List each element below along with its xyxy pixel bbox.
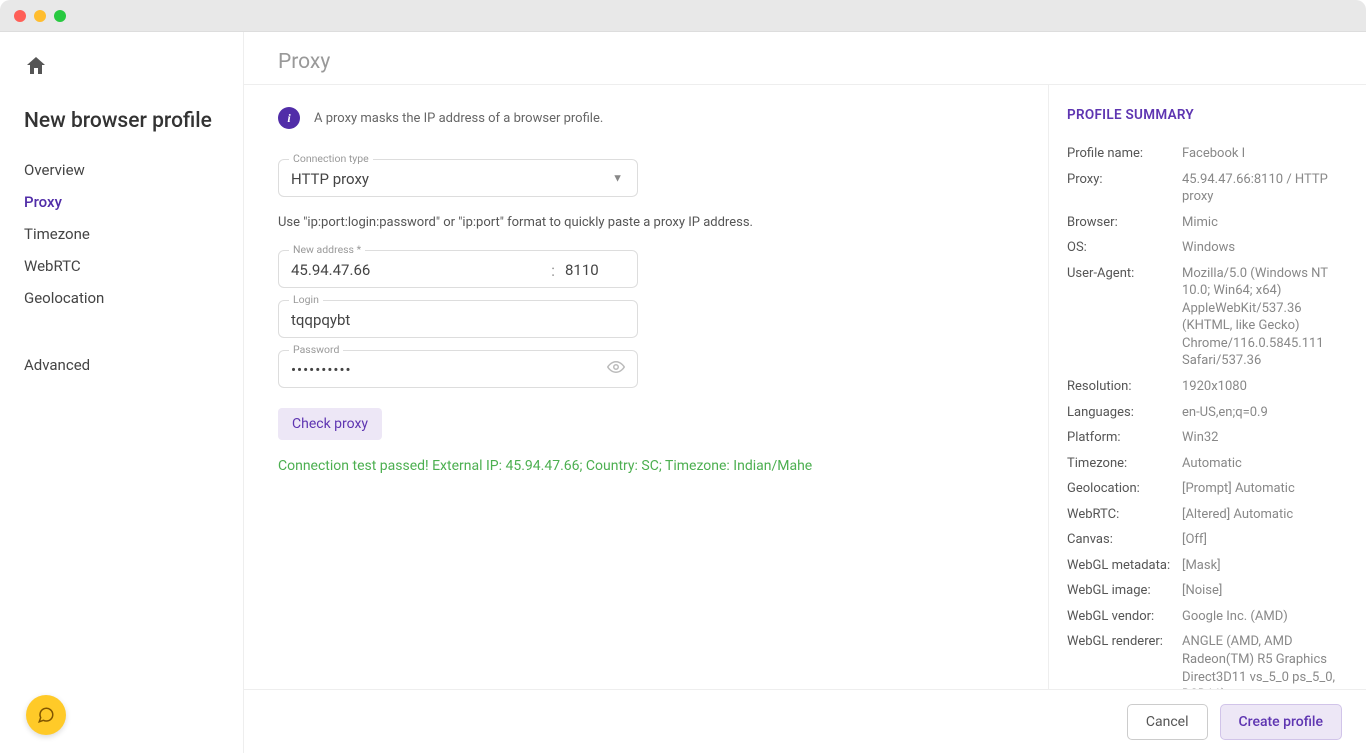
- ip-input[interactable]: [291, 259, 541, 281]
- address-label: New address *: [289, 243, 365, 256]
- sidebar-title: New browser profile: [24, 109, 219, 133]
- window-titlebar: [0, 0, 1366, 32]
- summary-row: WebGL renderer:ANGLE (AMD, AMD Radeon(TM…: [1067, 633, 1348, 689]
- login-input[interactable]: [291, 309, 625, 331]
- summary-value: 1920x1080: [1182, 378, 1247, 396]
- password-input[interactable]: [291, 359, 625, 381]
- summary-row: WebRTC:[Altered] Automatic: [1067, 506, 1348, 524]
- eye-icon[interactable]: [607, 358, 625, 380]
- login-label: Login: [289, 293, 323, 306]
- help-fab[interactable]: [26, 695, 66, 735]
- summary-value: Mimic: [1182, 214, 1218, 232]
- create-profile-button[interactable]: Create profile: [1220, 704, 1342, 740]
- summary-label: Proxy:: [1067, 171, 1182, 206]
- summary-label: Canvas:: [1067, 531, 1182, 549]
- summary-label: Resolution:: [1067, 378, 1182, 396]
- nav-item-proxy[interactable]: Proxy: [24, 193, 219, 211]
- info-row: i A proxy masks the IP address of a brow…: [278, 107, 1014, 129]
- nav-item-geolocation[interactable]: Geolocation: [24, 289, 219, 307]
- summary-value: Win32: [1182, 429, 1219, 447]
- check-proxy-button[interactable]: Check proxy: [278, 408, 382, 440]
- summary-value: Mozilla/5.0 (Windows NT 10.0; Win64; x64…: [1182, 265, 1348, 370]
- nav-item-overview[interactable]: Overview: [24, 161, 219, 179]
- summary-value: [Altered] Automatic: [1182, 506, 1293, 524]
- summary-label: WebGL image:: [1067, 582, 1182, 600]
- summary-label: WebRTC:: [1067, 506, 1182, 524]
- nav-item-webrtc[interactable]: WebRTC: [24, 257, 219, 275]
- summary-label: Geolocation:: [1067, 480, 1182, 498]
- proxy-status-text: Connection test passed! External IP: 45.…: [278, 458, 1014, 474]
- cancel-button[interactable]: Cancel: [1127, 704, 1208, 740]
- summary-row: Languages:en-US,en;q=0.9: [1067, 404, 1348, 422]
- summary-row: WebGL metadata:[Mask]: [1067, 557, 1348, 575]
- summary-label: OS:: [1067, 239, 1182, 257]
- summary-label: Browser:: [1067, 214, 1182, 232]
- chevron-down-icon: ▼: [612, 172, 623, 185]
- summary-row: Resolution:1920x1080: [1067, 378, 1348, 396]
- summary-label: WebGL metadata:: [1067, 557, 1182, 575]
- nav-item-advanced[interactable]: Advanced: [24, 356, 219, 374]
- summary-value: [Noise]: [1182, 582, 1222, 600]
- summary-value: [Off]: [1182, 531, 1207, 549]
- ip-port-separator: :: [551, 261, 555, 280]
- summary-value: Google Inc. (AMD): [1182, 608, 1288, 626]
- summary-row: Platform:Win32: [1067, 429, 1348, 447]
- connection-type-select[interactable]: Connection type HTTP proxy ▼: [278, 159, 638, 197]
- footer-bar: Cancel Create profile: [244, 689, 1366, 753]
- summary-row: WebGL vendor:Google Inc. (AMD): [1067, 608, 1348, 626]
- connection-type-label: Connection type: [289, 152, 373, 165]
- summary-row: Profile name:Facebook I: [1067, 145, 1348, 163]
- summary-label: WebGL vendor:: [1067, 608, 1182, 626]
- summary-value: Automatic: [1182, 455, 1242, 473]
- connection-type-value: HTTP proxy: [291, 168, 625, 190]
- info-icon: i: [278, 107, 300, 129]
- summary-row: Browser:Mimic: [1067, 214, 1348, 232]
- window-minimize-dot[interactable]: [34, 10, 46, 22]
- sidebar: New browser profile Overview Proxy Timez…: [0, 32, 244, 753]
- form-area: i A proxy masks the IP address of a brow…: [244, 85, 1048, 689]
- login-field: Login: [278, 300, 638, 338]
- page-title: Proxy: [244, 32, 1366, 85]
- summary-value: [Prompt] Automatic: [1182, 480, 1295, 498]
- info-text: A proxy masks the IP address of a browse…: [314, 111, 603, 126]
- summary-row: OS:Windows: [1067, 239, 1348, 257]
- summary-value: 45.94.47.66:8110 / HTTP proxy: [1182, 171, 1348, 206]
- summary-row: Proxy:45.94.47.66:8110 / HTTP proxy: [1067, 171, 1348, 206]
- password-label: Password: [289, 343, 343, 356]
- summary-label: Languages:: [1067, 404, 1182, 422]
- summary-value: Facebook I: [1182, 145, 1245, 163]
- summary-label: Timezone:: [1067, 455, 1182, 473]
- nav-divider: [24, 331, 219, 332]
- home-icon[interactable]: [24, 54, 219, 85]
- profile-summary-panel: PROFILE SUMMARY Profile name:Facebook IP…: [1048, 85, 1366, 689]
- window-maximize-dot[interactable]: [54, 10, 66, 22]
- summary-row: Geolocation:[Prompt] Automatic: [1067, 480, 1348, 498]
- summary-row: Canvas:[Off]: [1067, 531, 1348, 549]
- summary-value: [Mask]: [1182, 557, 1221, 575]
- summary-label: Profile name:: [1067, 145, 1182, 163]
- window-close-dot[interactable]: [14, 10, 26, 22]
- summary-label: WebGL renderer:: [1067, 633, 1182, 689]
- address-field-group: New address * :: [278, 250, 638, 288]
- summary-row: User-Agent:Mozilla/5.0 (Windows NT 10.0;…: [1067, 265, 1348, 370]
- main-panel: Proxy i A proxy masks the IP address of …: [244, 32, 1366, 753]
- chat-icon: [37, 706, 55, 724]
- nav-item-timezone[interactable]: Timezone: [24, 225, 219, 243]
- helper-text: Use "ip:port:login:password" or "ip:port…: [278, 215, 1014, 230]
- summary-value: ANGLE (AMD, AMD Radeon(TM) R5 Graphics D…: [1182, 633, 1348, 689]
- summary-value: Windows: [1182, 239, 1235, 257]
- summary-row: Timezone:Automatic: [1067, 455, 1348, 473]
- summary-label: Platform:: [1067, 429, 1182, 447]
- summary-label: User-Agent:: [1067, 265, 1182, 370]
- summary-title: PROFILE SUMMARY: [1067, 107, 1348, 123]
- sidebar-nav: Overview Proxy Timezone WebRTC Geolocati…: [24, 161, 219, 374]
- summary-row: WebGL image:[Noise]: [1067, 582, 1348, 600]
- port-input[interactable]: [565, 259, 625, 281]
- summary-value: en-US,en;q=0.9: [1182, 404, 1268, 422]
- password-field: Password: [278, 350, 638, 388]
